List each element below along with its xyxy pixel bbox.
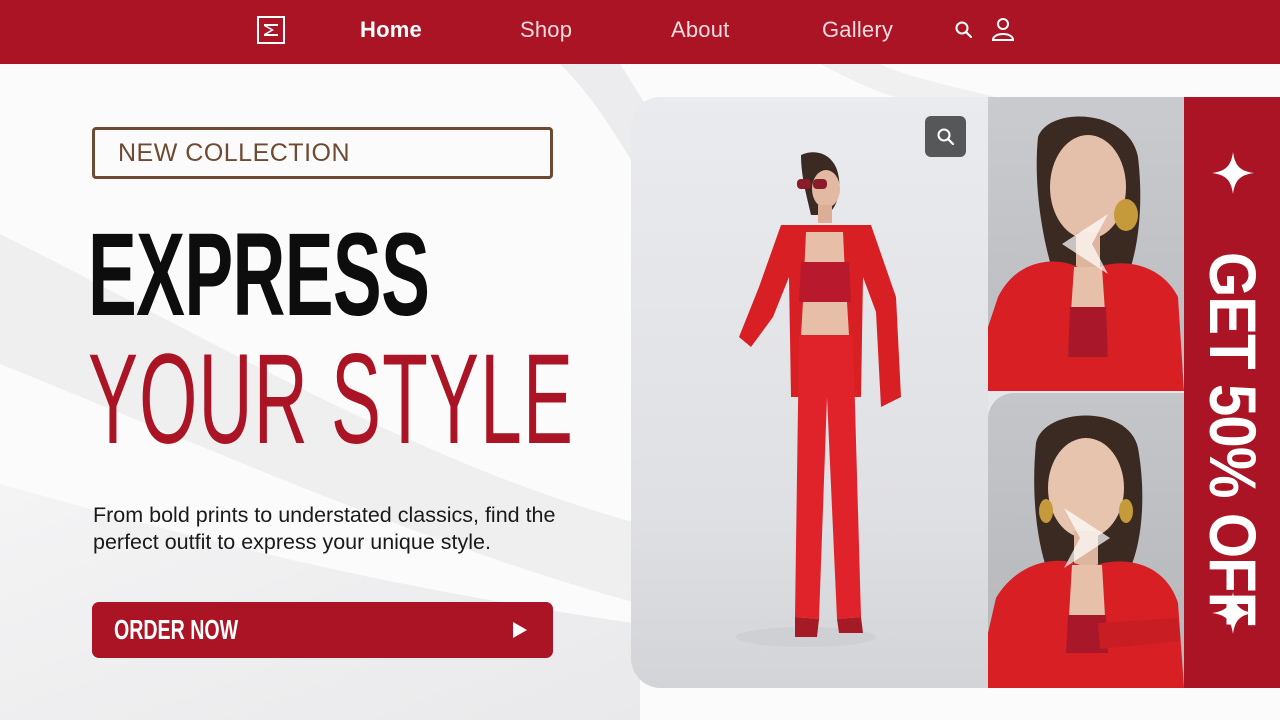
promo-text: GET 50% OFF	[1196, 252, 1270, 627]
hero-description: From bold prints to understated classics…	[93, 503, 556, 554]
sparkle-icon	[1212, 592, 1254, 634]
search-icon[interactable]	[954, 20, 974, 40]
chevron-left-icon[interactable]	[1062, 214, 1110, 274]
zoom-icon	[937, 128, 954, 145]
main-model-photo[interactable]	[631, 97, 988, 688]
play-icon	[512, 621, 528, 639]
nav-home[interactable]: Home	[360, 17, 422, 43]
zoom-button[interactable]	[925, 116, 966, 157]
order-now-label: ORDER NOW	[114, 614, 239, 645]
nav-gallery[interactable]: Gallery	[822, 17, 893, 43]
headline-line-1: EXPRESS	[88, 209, 430, 341]
top-navigation: Home Shop About Gallery	[0, 0, 1280, 64]
new-collection-tag: NEW COLLECTION	[92, 127, 553, 179]
nav-about[interactable]: About	[671, 17, 730, 43]
headline-line-2: YOUR STYLE	[88, 328, 575, 471]
nav-shop[interactable]: Shop	[520, 17, 572, 43]
photo-gallery	[631, 97, 1184, 688]
chevron-right-icon[interactable]	[1062, 508, 1110, 568]
user-icon[interactable]	[991, 17, 1015, 41]
tag-label: NEW COLLECTION	[118, 138, 351, 167]
logo-icon[interactable]	[257, 16, 285, 44]
order-now-button[interactable]: ORDER NOW	[92, 602, 553, 658]
sparkle-icon	[1212, 152, 1254, 194]
